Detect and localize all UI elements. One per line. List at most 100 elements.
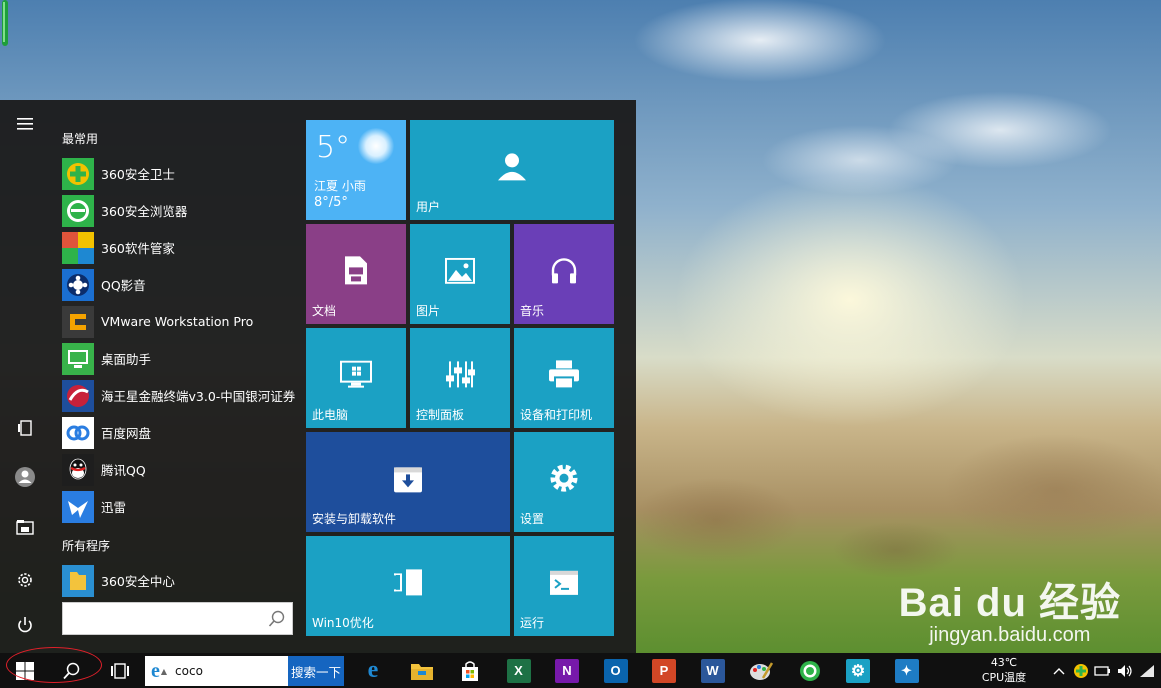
optimize-panel-icon	[392, 567, 424, 597]
tablet-mode-icon[interactable]	[0, 408, 50, 448]
settings-gear-icon[interactable]	[0, 560, 50, 600]
ie-browser-icon: e	[151, 659, 160, 682]
app-list-item[interactable]: 百度网盘	[62, 415, 302, 450]
app-label: 360软件管家	[101, 241, 175, 256]
watermark-url: jingyan.baidu.com	[929, 624, 1091, 646]
utility-app-icon[interactable]: ✦	[884, 653, 930, 688]
progress-indicator	[2, 0, 8, 46]
users-tile[interactable]: 用户	[410, 120, 614, 220]
app-list-item[interactable]: 桌面助手	[62, 341, 302, 376]
edge-browser-icon[interactable]: e	[350, 653, 396, 688]
volume-icon[interactable]	[1114, 653, 1136, 688]
tile-label: 此电脑	[312, 408, 349, 422]
app-list: 最常用 360安全卫士 360安全浏览器 360软件管家 QQ影音 VMware…	[50, 100, 300, 653]
tencent-qq-icon	[62, 453, 94, 486]
all-programs-heading[interactable]: 所有程序	[62, 537, 110, 554]
360-tray-icon[interactable]	[1070, 653, 1092, 688]
search-go-button[interactable]: 搜索一下	[288, 656, 344, 686]
xunlei-icon	[62, 490, 94, 523]
win10-optimize-tile[interactable]: Win10优化	[306, 536, 510, 636]
user-account-icon[interactable]	[0, 457, 50, 497]
qq-player-icon	[62, 268, 94, 301]
monitor-icon	[340, 360, 372, 389]
paint-icon[interactable]	[738, 653, 784, 688]
app-label: 腾讯QQ	[101, 463, 146, 478]
baidu-jingyan-watermark: Bai du 经验 jingyan.baidu.com	[899, 570, 1121, 647]
outlook-icon[interactable]: O	[593, 653, 639, 688]
gear-icon	[548, 462, 580, 494]
power-icon[interactable]	[0, 605, 50, 645]
start-search-input[interactable]	[62, 602, 293, 635]
tile-label: 文档	[312, 304, 337, 318]
task-view-button[interactable]	[97, 653, 143, 688]
app-list-item[interactable]: 迅雷	[62, 489, 302, 524]
tile-label: 用户	[416, 200, 441, 214]
hamburger-menu-icon[interactable]	[0, 104, 50, 144]
neptune-finance-icon	[62, 379, 94, 412]
folder-icon	[62, 564, 94, 597]
tile-label: Win10优化	[312, 616, 374, 630]
devices-printers-tile[interactable]: 设备和打印机	[514, 328, 614, 428]
excel-icon[interactable]: X	[496, 653, 542, 688]
battery-power-icon[interactable]	[1092, 653, 1114, 688]
user-icon	[497, 151, 527, 181]
tile-label: 运行	[520, 616, 545, 630]
360-safeguard-icon	[62, 157, 94, 190]
search-icon[interactable]	[268, 610, 286, 628]
360-browser-taskbar-icon[interactable]	[787, 653, 833, 688]
pictures-tile[interactable]: 图片	[410, 224, 510, 324]
show-hidden-icons-chevron-icon[interactable]	[1048, 653, 1070, 688]
task-view-icon	[111, 662, 129, 679]
app-list-item[interactable]: 360安全卫士	[62, 156, 302, 191]
this-pc-tile[interactable]: 此电脑	[306, 328, 406, 428]
app-list-item[interactable]: 360软件管家	[62, 230, 302, 265]
tile-label: 音乐	[520, 304, 545, 318]
sliders-icon	[445, 359, 475, 389]
store-icon[interactable]	[447, 653, 493, 688]
baidu-netdisk-icon	[62, 416, 94, 449]
file-explorer-taskbar-icon[interactable]	[399, 653, 445, 688]
word-icon[interactable]: W	[690, 653, 736, 688]
powerpoint-icon[interactable]: P	[641, 653, 687, 688]
app-label: 桌面助手	[101, 352, 152, 367]
app-list-item[interactable]: 腾讯QQ	[62, 452, 302, 487]
file-explorer-icon[interactable]	[0, 507, 50, 547]
app-label: VMware Workstation Pro	[101, 314, 254, 329]
tile-label: 设备和打印机	[520, 408, 593, 422]
app-list-item[interactable]: 海王星金融终端v3.0-中国银河证券	[62, 378, 302, 413]
picture-icon	[445, 257, 475, 284]
most-used-heading: 最常用	[62, 132, 99, 146]
install-uninstall-tile[interactable]: 安装与卸载软件	[306, 432, 510, 532]
search-text: coco	[175, 664, 203, 678]
highlight-annotation-ellipse	[6, 647, 102, 683]
tile-label: 图片	[416, 304, 441, 318]
app-list-item[interactable]: 360安全中心	[62, 563, 302, 598]
settings-taskbar-icon[interactable]: ⚙	[835, 653, 881, 688]
document-icon	[343, 255, 369, 285]
cpu-temperature-label: CPU温度	[981, 671, 1027, 684]
run-tile[interactable]: 运行	[514, 536, 614, 636]
run-command-icon	[549, 570, 579, 596]
app-list-item[interactable]: VMware Workstation Pro	[62, 304, 302, 339]
dropdown-arrow-icon[interactable]: ▲	[161, 667, 167, 676]
app-label: 360安全卫士	[101, 167, 175, 182]
documents-tile[interactable]: 文档	[306, 224, 406, 324]
weather-temperature: 5°	[316, 130, 351, 165]
app-list-item[interactable]: QQ影音	[62, 267, 302, 302]
app-label: 迅雷	[101, 500, 127, 515]
app-label: 360安全浏览器	[101, 204, 188, 219]
watermark-logo: Bai du 经验	[898, 581, 1121, 625]
weather-tile[interactable]: 5° 江夏 小雨 8°/5°	[306, 120, 406, 220]
weather-range: 8°/5°	[314, 195, 348, 210]
settings-tile[interactable]: 设置	[514, 432, 614, 532]
360-browser-icon	[62, 194, 94, 227]
onenote-icon[interactable]: N	[544, 653, 590, 688]
music-tile[interactable]: 音乐	[514, 224, 614, 324]
taskbar: e ▲ coco 搜索一下 e X N O P W ⚙ ✦ 43℃ CPU温度	[0, 653, 1161, 688]
cpu-temperature-widget[interactable]: 43℃ CPU温度	[975, 655, 1033, 685]
control-panel-tile[interactable]: 控制面板	[410, 328, 510, 428]
taskbar-web-search-input[interactable]: e ▲ coco	[145, 656, 288, 686]
app-list-item[interactable]: 360安全浏览器	[62, 193, 302, 228]
headphones-icon	[549, 255, 579, 285]
wifi-network-icon[interactable]	[1136, 653, 1158, 688]
